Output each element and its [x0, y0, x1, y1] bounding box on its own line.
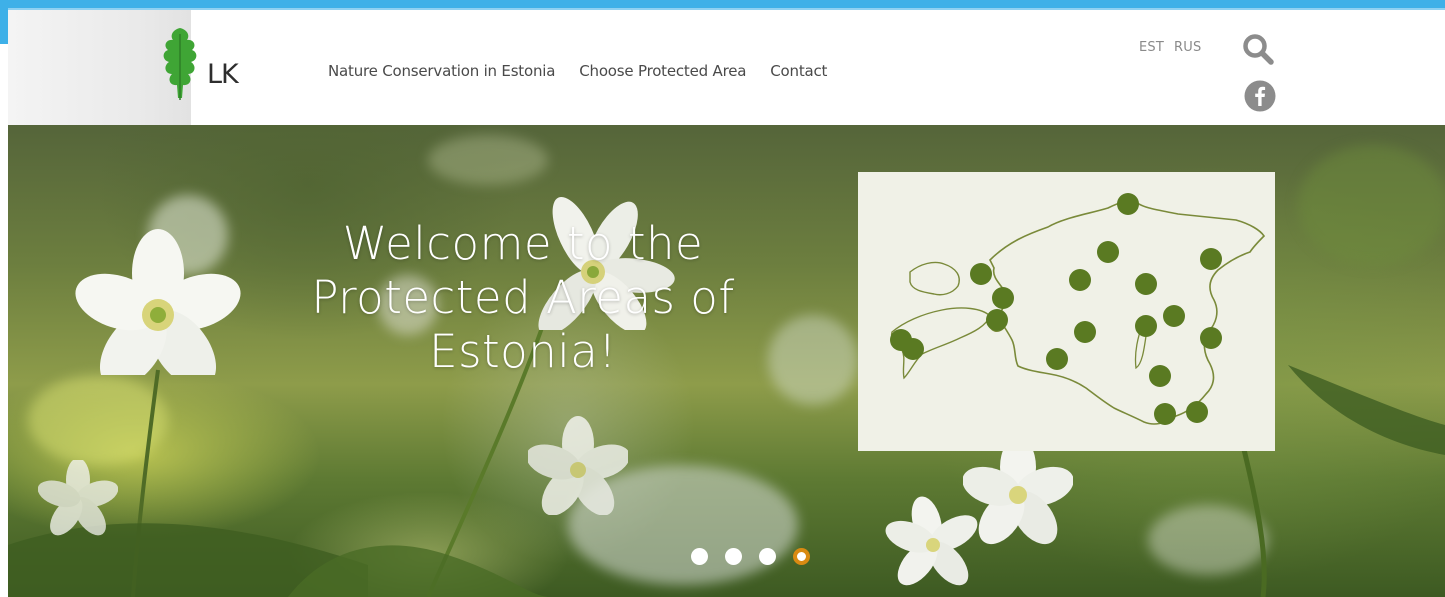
anemone-flower: [528, 416, 628, 515]
map-marker: [1069, 269, 1091, 291]
window-frame-top: [0, 0, 1445, 8]
map-marker: [1149, 365, 1171, 387]
map-marker: [1186, 401, 1208, 423]
facebook-icon[interactable]: [1244, 80, 1276, 112]
hero-title-line: Protected Areas of: [311, 271, 735, 324]
slider-dot-3[interactable]: [759, 548, 776, 565]
map-marker: [1200, 327, 1222, 349]
site-logo[interactable]: LK: [160, 26, 270, 110]
nav-nature-conservation[interactable]: Nature Conservation in Estonia: [328, 62, 555, 80]
oak-leaf-logo-icon: [163, 28, 197, 100]
anemone-flower: [75, 229, 241, 375]
lang-rus[interactable]: RUS: [1174, 40, 1201, 55]
map-marker: [1117, 193, 1139, 215]
window-frame-left: [0, 0, 8, 44]
slider-dot-1[interactable]: [691, 548, 708, 565]
protected-areas-map[interactable]: [858, 172, 1275, 451]
slider-pagination: [691, 548, 810, 565]
site-header: LK Nature Conservation in Estonia Choose…: [8, 10, 1445, 125]
map-marker: [1097, 241, 1119, 263]
language-switcher: EST RUS: [1139, 40, 1201, 55]
hero-title: Welcome to the Protected Areas of Estoni…: [258, 217, 788, 379]
main-nav: Nature Conservation in Estonia Choose Pr…: [328, 62, 827, 80]
map-markers: [890, 193, 1222, 425]
nav-contact[interactable]: Contact: [770, 62, 827, 80]
hero-title-line: Estonia!: [429, 325, 617, 378]
map-marker: [1163, 305, 1185, 327]
lang-est[interactable]: EST: [1139, 40, 1164, 55]
estonia-map: [890, 193, 1266, 425]
slider-dot-2[interactable]: [725, 548, 742, 565]
map-marker: [1135, 273, 1157, 295]
nav-choose-protected-area[interactable]: Choose Protected Area: [579, 62, 746, 80]
map-marker: [970, 263, 992, 285]
map-marker: [1200, 248, 1222, 270]
anemone-flower: [38, 460, 118, 536]
map-marker: [902, 338, 924, 360]
map-marker: [1135, 315, 1157, 337]
search-icon[interactable]: [1241, 32, 1275, 66]
slider-dot-4-active[interactable]: [793, 548, 810, 565]
map-marker: [1154, 403, 1176, 425]
logo-text: LK: [207, 58, 239, 90]
hero-title-line: Welcome to the: [342, 217, 704, 270]
map-marker: [1046, 348, 1068, 370]
anemone-flower: [885, 496, 978, 586]
hero-slider: Welcome to the Protected Areas of Estoni…: [8, 125, 1445, 597]
map-marker: [1074, 321, 1096, 343]
map-marker: [992, 287, 1014, 309]
map-marker: [986, 309, 1008, 331]
